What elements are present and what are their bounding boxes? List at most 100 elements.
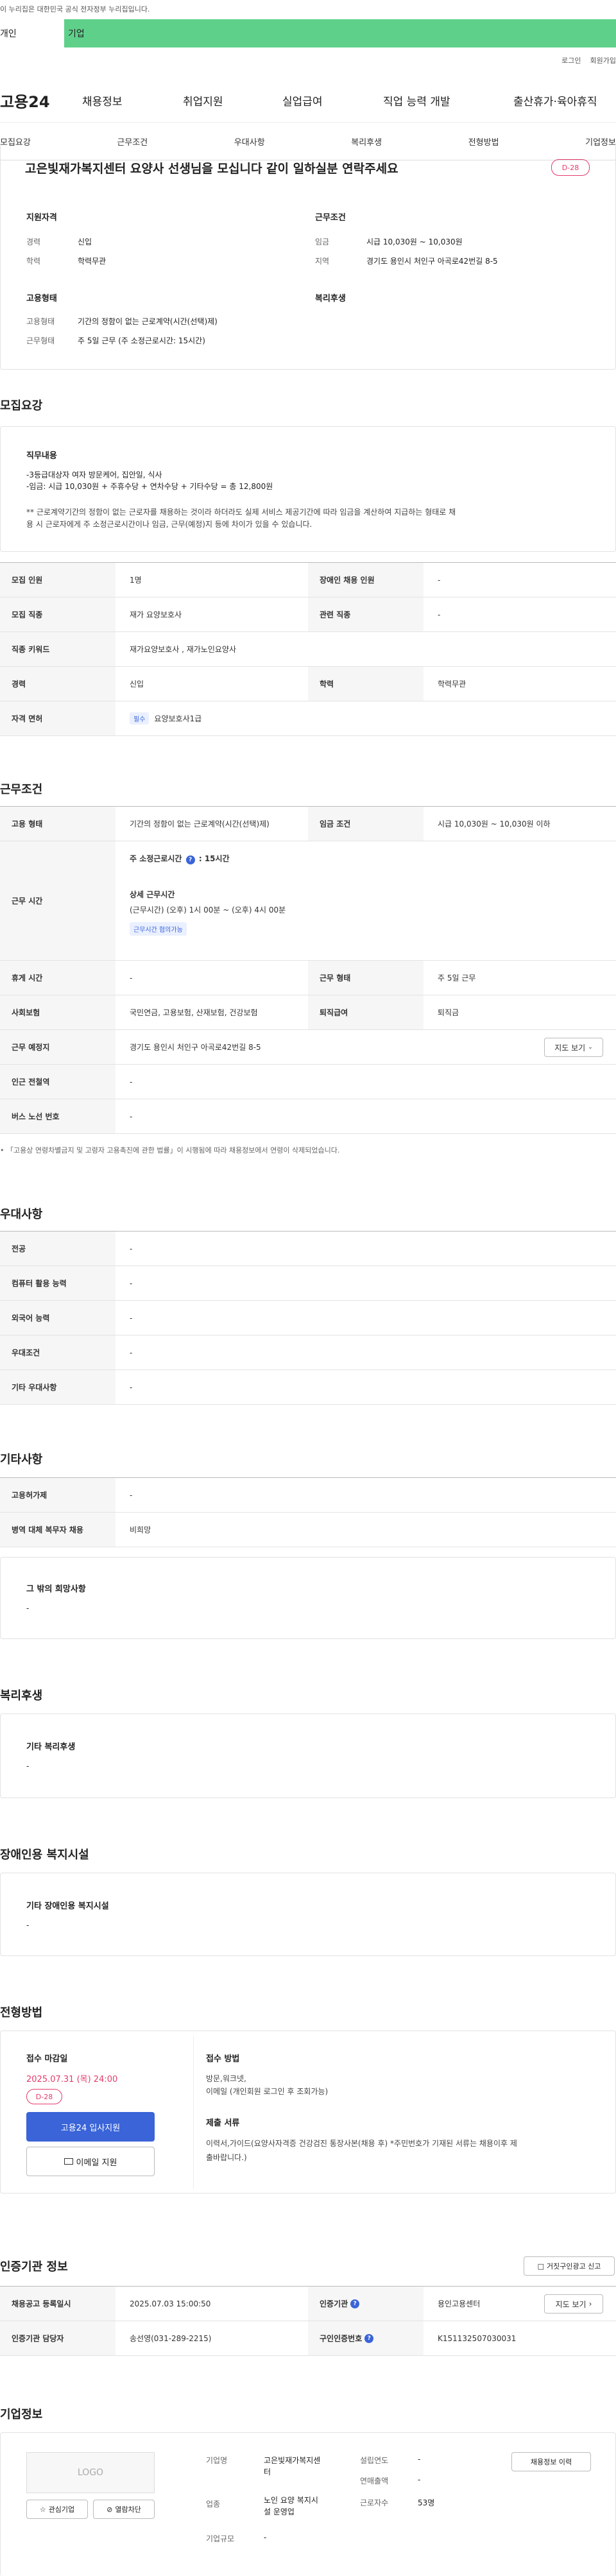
th-bus: 버스 노선 번호: [0, 1099, 116, 1133]
td-manager: 송선영(031-289-2215): [130, 2334, 212, 2343]
gnb-item-training[interactable]: 직업 능력 개발: [383, 92, 450, 108]
th-form: 근무 형태: [308, 961, 424, 995]
tab-company-label: 기업: [68, 29, 85, 39]
td-break: -: [130, 973, 133, 983]
welfare-summary-title: 복리후생: [315, 294, 346, 304]
edu-value: 학력무관: [78, 257, 107, 266]
footnote-text: 「고용상 연령차별금지 및 고령자 고용촉진에 관한 법률」이 시행됨에 따라 …: [6, 1146, 340, 1155]
staff-value: 53명: [418, 2498, 435, 2507]
revenue-value: -: [418, 2475, 421, 2484]
job-summary-card: 고은빛재가복지센터 요양사 선생님을 모십니다 같이 일하실분 연락주세요 D-…: [0, 145, 616, 370]
table-row: 근무 시간 주 소정근로시간 ? : 15시간 상세 근무시간 (근무시간) (…: [0, 841, 616, 961]
founded-value: -: [418, 2455, 421, 2464]
facility-section-title: 장애인용 복지시설: [0, 1848, 89, 1862]
td-form: 주 5일 근무: [438, 974, 476, 983]
table-row: 인근 전철역 -: [0, 1065, 616, 1099]
gnb-item-leave[interactable]: 출산휴가·육아휴직: [513, 92, 597, 108]
company-name-value: 고은빛재가복지센 터: [264, 2455, 320, 2478]
block-button[interactable]: ⊘ 열람차단: [93, 2500, 155, 2519]
td-license: 필수 요양보호사1급: [116, 701, 616, 735]
process-dday-badge: D-28: [26, 2089, 62, 2104]
td-hours: 주 소정근로시간 ? : 15시간 상세 근무시간 (근무시간) (오후) 1시…: [116, 841, 616, 960]
apply-button[interactable]: 고용24 입사지원: [26, 2112, 155, 2142]
table-row: 모집 인원 1명 장애인 채용 인원 -: [0, 563, 616, 597]
info-icon[interactable]: ?: [185, 855, 195, 864]
td-pref: -: [130, 1348, 133, 1357]
td-employ: 기간의 정함이 없는 근로계약(시간(선택)제): [130, 820, 270, 829]
org-label: 인증기관: [320, 2299, 348, 2308]
global-nav: 고용24 채용정보 취업지원 실업급여 직업 능력 개발 출산휴가·육아휴직: [0, 87, 616, 113]
industry-label: 업종: [206, 2500, 221, 2509]
table-row: 버스 노선 번호 -: [0, 1099, 616, 1134]
interest-button[interactable]: ☆ 관심기업: [26, 2500, 88, 2519]
welfare-box-value: -: [26, 1762, 30, 1771]
tab-personal[interactable]: 개인: [0, 19, 64, 47]
notice-line: ** 근로계약기간의 정함이 없는 근로자를 채용하는 것이라 하더라도 실제 …: [26, 508, 456, 517]
wage-label: 임금: [315, 237, 330, 246]
welfare-section-title: 복리후생: [0, 1689, 43, 1703]
map-button[interactable]: 지도 보기 ⌄: [544, 1038, 603, 1057]
process-divider: [193, 2036, 194, 2189]
revenue-label: 연매출액: [360, 2477, 389, 2486]
th-disabled: 장애인 채용 인원: [308, 563, 424, 597]
facility-box: 기타 장애인용 복지시설 -: [0, 1873, 616, 1956]
th-reg: 채용공고 등록일시: [0, 2287, 116, 2321]
td-career: 신입: [130, 680, 144, 689]
detail-hours-title: 상세 근무시간: [130, 890, 175, 899]
report-icon: □: [537, 2262, 544, 2271]
interest-button-label: 관심기업: [48, 2505, 75, 2514]
pref-section-title: 우대사항: [0, 1208, 43, 1221]
org-map-button-label: 지도 보기: [555, 2299, 586, 2309]
other-wish-value: -: [26, 1604, 30, 1613]
email-apply-button[interactable]: 이메일 지원: [26, 2147, 155, 2176]
login-link[interactable]: 로그인: [561, 56, 581, 65]
process-box: 접수 마감일 2025.07.31 (목) 24:00 D-28 고용24 입사…: [0, 2031, 616, 2194]
gnb-item-unemployment[interactable]: 실업급여: [282, 92, 323, 108]
etc-section-title: 기타사항: [0, 1453, 43, 1466]
duty-line: -3등급대상자 여자 방문케어, 집안일, 식사: [26, 470, 162, 479]
docs-line: 이력서,가이드(요양사자격증 건강검진 통장사본(채용 후) *주민번호가 기재…: [206, 2139, 517, 2148]
gnb-item-jobs[interactable]: 채용정보: [82, 92, 123, 108]
method-line: 방문,워크넷,: [206, 2074, 246, 2083]
docs-text: 이력서,가이드(요양사자격증 건강검진 통장사본(채용 후) *주민번호가 기재…: [206, 2136, 517, 2165]
duty-notice: ** 근로계약기간의 정함이 없는 근로자를 채용하는 것이라 하더라도 실제 …: [26, 506, 456, 531]
company-section-title: 기업정보: [0, 2408, 43, 2421]
td-certno: K151132507030031: [438, 2333, 517, 2343]
info-icon[interactable]: ?: [364, 2333, 374, 2343]
th-related: 관련 직종: [308, 597, 424, 631]
signup-link[interactable]: 회원가입: [590, 56, 616, 65]
gov-banner-text: 이 누리집은 대한민국 공식 전자정부 누리집입니다.: [0, 5, 150, 13]
recruit-history-button[interactable]: 채용정보 이력: [511, 2452, 591, 2471]
dday-badge: D-28: [551, 159, 590, 176]
weekly-hours: 주 소정근로시간 ? : 15시간: [130, 853, 230, 864]
site-logo[interactable]: 고용24: [0, 89, 71, 112]
org-map-button[interactable]: 지도 보기 ›: [544, 2294, 603, 2314]
detail-hours-value: (근무시간) (오후) 1시 00분 ~ (오후) 4시 00분: [130, 906, 286, 914]
company-name-label: 기업명: [206, 2456, 228, 2465]
career-value: 신입: [78, 237, 92, 246]
table-row: 자격 면허 필수 요양보호사1급: [0, 701, 616, 736]
work-form-label: 근무형태: [26, 336, 55, 345]
user-type-tabs: 개인 기업: [0, 19, 616, 47]
gnb-item-employment-support[interactable]: 취업지원: [183, 92, 223, 108]
method-text: 방문,워크넷, 이메일 (개인회원 로그인 후 조회가능): [206, 2072, 328, 2098]
table-row: 직종 키워드 재가요양보호사 , 재가노인요양사: [0, 632, 616, 667]
report-button[interactable]: □ 거짓구인광고 신고: [524, 2256, 615, 2276]
company-name-line: 터: [264, 2468, 271, 2477]
process-section-title: 전형방법: [0, 2006, 43, 2020]
info-icon[interactable]: ?: [350, 2299, 360, 2308]
company-name-line: 고은빛재가복지센: [264, 2456, 321, 2465]
block-button-label: 열람차단: [115, 2505, 141, 2514]
td-subway: -: [130, 1077, 133, 1086]
facility-box-value: -: [26, 1921, 30, 1930]
tab-company[interactable]: 기업: [64, 19, 616, 47]
deadline-title: 접수 마감일: [26, 2054, 68, 2064]
td-pref: -: [130, 1244, 133, 1253]
td-pref: -: [130, 1278, 133, 1288]
th-subway: 인근 전철역: [0, 1065, 116, 1099]
recruit-section-title: 모집요강: [0, 399, 43, 413]
chevron-right-icon: ›: [588, 2299, 592, 2308]
other-wish-title: 그 밖의 희망사항: [26, 1584, 86, 1594]
cond-title: 근무조건: [315, 213, 346, 223]
map-button-label: 지도 보기: [554, 1043, 586, 1052]
